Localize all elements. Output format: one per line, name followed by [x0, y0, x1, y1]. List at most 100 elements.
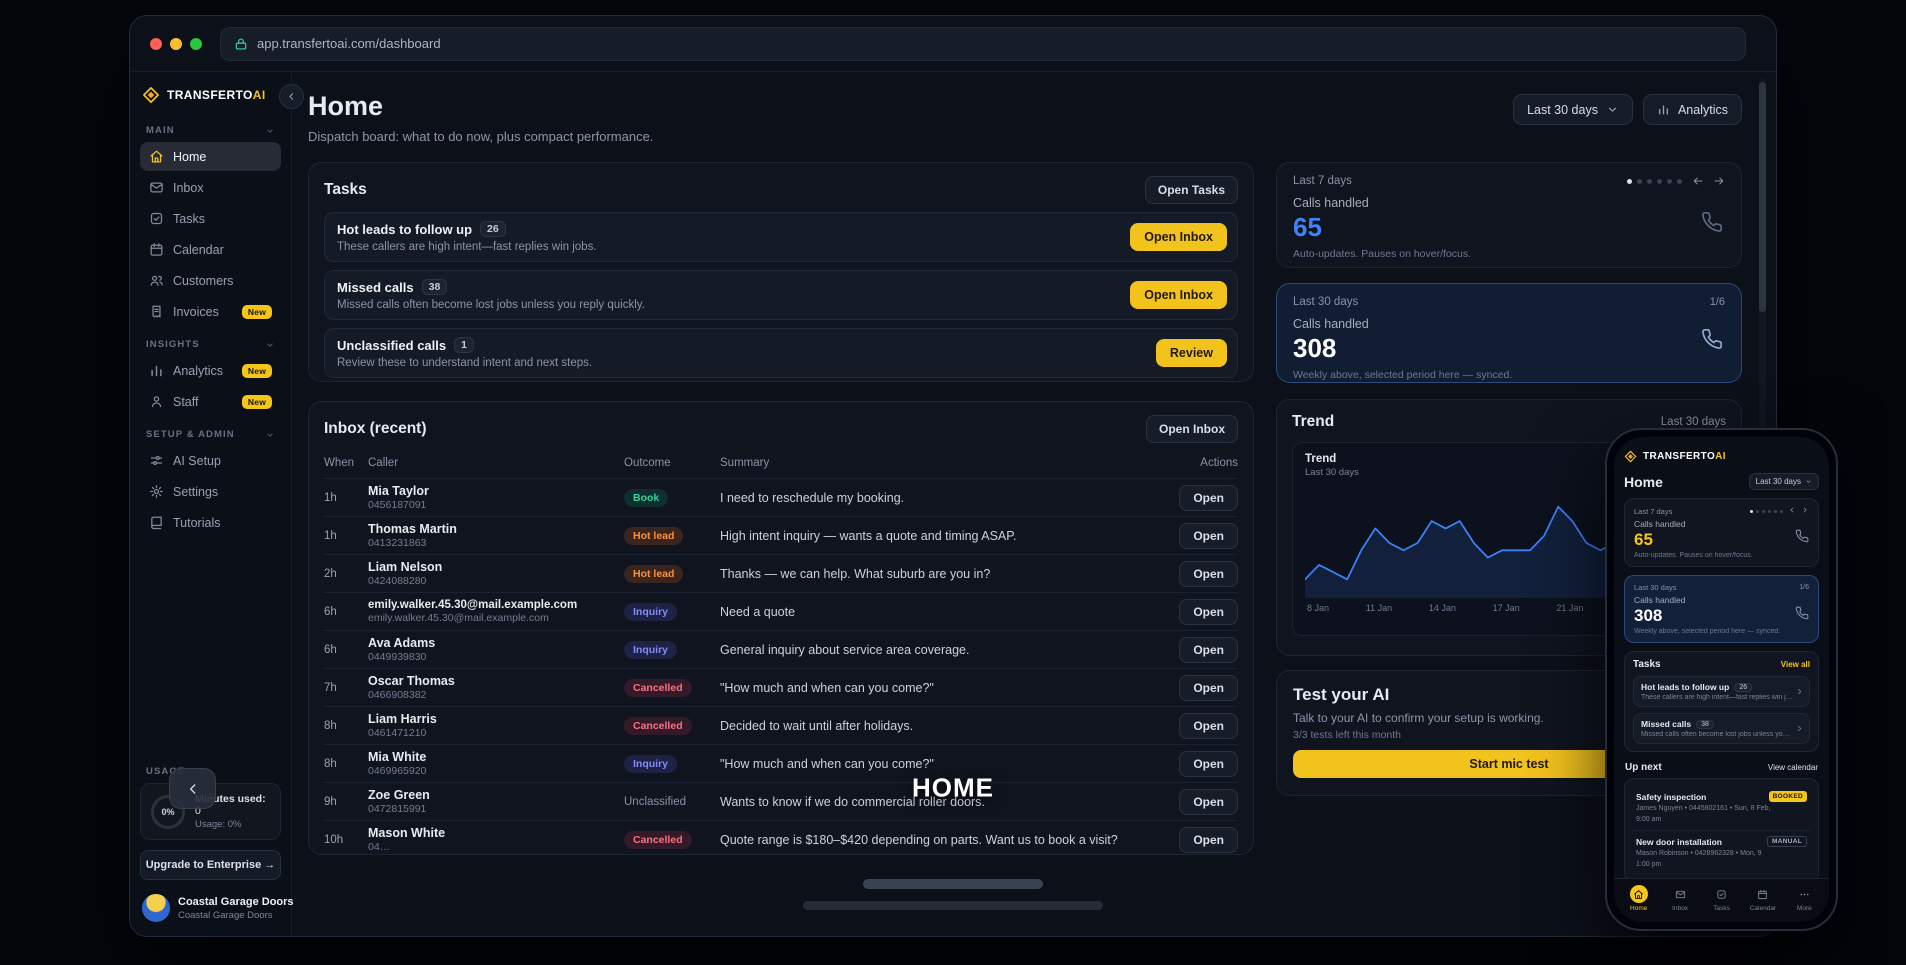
nav-item-calendar[interactable]: Calendar [1742, 885, 1783, 912]
carousel-dot[interactable] [1657, 179, 1662, 184]
task-description: Missed calls often become lost jobs unle… [1641, 731, 1793, 738]
open-tasks-button[interactable]: Open Tasks [1145, 176, 1238, 204]
row-when: 7h [324, 682, 368, 694]
sidebar-item-customers[interactable]: Customers [140, 266, 281, 295]
open-inbox-button[interactable]: Open Inbox [1130, 223, 1227, 251]
carousel-dots[interactable] [1627, 179, 1682, 184]
outcome-pill: Cancelled [624, 717, 692, 735]
booked-badge: BOOKED [1769, 791, 1807, 802]
carousel-prev-button[interactable] [1692, 175, 1704, 187]
minimize-window-button[interactable] [170, 38, 182, 50]
review-button[interactable]: Review [1156, 339, 1227, 367]
phone-kpi-30-days[interactable]: Last 30 days 1/6 Calls handled 308 Weekl… [1624, 575, 1819, 643]
open-inbox-button[interactable]: Open Inbox [1146, 415, 1238, 443]
table-row: 7h Oscar Thomas0466908382 Cancelled "How… [324, 668, 1238, 706]
nav-item-home[interactable]: Home [1618, 885, 1659, 912]
upgrade-button[interactable]: Upgrade to Enterprise → [140, 850, 281, 880]
sidebar-item-staff[interactable]: StaffNew [140, 387, 281, 416]
carousel-dot[interactable] [1647, 179, 1652, 184]
sidebar-item-tutorials[interactable]: Tutorials [140, 508, 281, 537]
sidebar-item-inbox[interactable]: Inbox [140, 173, 281, 202]
row-when: 1h [324, 492, 368, 504]
open-row-button[interactable]: Open [1179, 713, 1238, 739]
calendar-event[interactable]: Safety inspection BOOKED James Nguyen • … [1633, 786, 1810, 830]
open-inbox-button[interactable]: Open Inbox [1130, 281, 1227, 309]
phone-task-missed-calls[interactable]: Missed calls38 Missed calls often become… [1633, 713, 1810, 744]
row-when: 8h [324, 720, 368, 732]
phone-mockup: TRANSFERTOAI Home Last 30 days Last 7 da… [1605, 428, 1838, 931]
open-row-button[interactable]: Open [1179, 599, 1238, 625]
collapse-sidebar-button[interactable] [279, 84, 304, 109]
open-row-button[interactable]: Open [1179, 523, 1238, 549]
carousel-dot[interactable] [1627, 179, 1632, 184]
nav-label: Home [1630, 905, 1647, 912]
open-row-button[interactable]: Open [1179, 789, 1238, 815]
inbox-recent-card: Inbox (recent) Open Inbox When Caller Ou… [308, 401, 1254, 855]
sidebar-item-settings[interactable]: Settings [140, 477, 281, 506]
analytics-button[interactable]: Analytics [1643, 94, 1742, 125]
kpi-value: 65 [1293, 212, 1725, 243]
carousel-next-button[interactable] [1801, 506, 1809, 516]
chevron-down-icon [265, 126, 275, 136]
event-time: 9:00 am [1636, 816, 1661, 823]
maximize-window-button[interactable] [190, 38, 202, 50]
sidebar-section-main[interactable]: MAIN [140, 114, 281, 142]
phone-period-select[interactable]: Last 30 days [1749, 473, 1819, 490]
carousel-dot[interactable] [1677, 179, 1682, 184]
event-time: 1:00 pm [1636, 861, 1661, 868]
scrollbar-thumb[interactable] [1759, 82, 1766, 312]
nav-item-tasks[interactable]: Tasks [1701, 885, 1742, 912]
open-row-button[interactable]: Open [1179, 675, 1238, 701]
open-row-button[interactable]: Open [1179, 637, 1238, 663]
sidebar-item-calendar[interactable]: Calendar [140, 235, 281, 264]
open-row-button[interactable]: Open [1179, 485, 1238, 511]
phone-kpi-7-days[interactable]: Last 7 days Calls handled 65 Auto-update… [1624, 498, 1819, 567]
outcome-text: Unclassified [624, 796, 720, 808]
carousel-dot[interactable] [1637, 179, 1642, 184]
sidebar-item-analytics[interactable]: AnalyticsNew [140, 356, 281, 385]
slide-back-button[interactable] [169, 768, 216, 809]
account-profile[interactable]: Coastal Garage Doors Coastal Garage Door… [140, 892, 281, 924]
phone-task-hot-leads[interactable]: Hot leads to follow up26 These callers a… [1633, 676, 1810, 707]
outcome-pill: Hot lead [624, 527, 683, 545]
carousel-next-button[interactable] [1713, 175, 1725, 187]
task-title: Hot leads to follow up [337, 222, 472, 237]
address-bar[interactable]: app.transfertoai.com/dashboard [220, 27, 1746, 61]
usage-percent-text: Usage: 0% [195, 819, 266, 830]
carousel-dots[interactable] [1750, 510, 1783, 513]
kpi-note: Weekly above, selected period here — syn… [1634, 628, 1809, 635]
kpi-card-7-days[interactable]: Last 7 days Calls ha [1276, 162, 1742, 268]
inbox-table-header: When Caller Outcome Summary Actions [324, 443, 1238, 478]
row-summary: Thanks — we can help. What suburb are yo… [720, 567, 1178, 581]
sidebar-item-tasks[interactable]: Tasks [140, 204, 281, 233]
open-row-button[interactable]: Open [1179, 561, 1238, 587]
task-count-badge: 1 [454, 337, 474, 353]
view-all-link[interactable]: View all [1781, 660, 1810, 669]
sidebar-item-home[interactable]: Home [140, 142, 281, 171]
sidebar-section-setup-admin[interactable]: SETUP & ADMIN [140, 418, 281, 446]
calendar-icon [149, 242, 164, 257]
task-description: Review these to understand intent and ne… [337, 357, 592, 369]
sidebar-item-ai-setup[interactable]: AI Setup [140, 446, 281, 475]
open-row-button[interactable]: Open [1179, 751, 1238, 777]
close-window-button[interactable] [150, 38, 162, 50]
section-label: SETUP & ADMIN [146, 429, 235, 440]
kpi-value: 308 [1293, 333, 1725, 364]
calendar-event[interactable]: New door installation MANUAL Mason Robin… [1633, 830, 1810, 875]
sidebar-item-invoices[interactable]: InvoicesNew [140, 297, 281, 326]
open-row-button[interactable]: Open [1179, 827, 1238, 853]
carousel-prev-button[interactable] [1788, 506, 1796, 516]
kpi-note: Auto-updates. Pauses on hover/focus. [1293, 248, 1725, 260]
nav-item-inbox[interactable]: Inbox [1659, 885, 1700, 912]
nav-item-more[interactable]: More [1784, 885, 1825, 912]
kpi-card-30-days[interactable]: Last 30 days 1/6 Calls handled 308 Weekl… [1276, 283, 1742, 383]
kpi-period: Last 30 days [1293, 296, 1358, 308]
kpi-label: Calls handled [1634, 519, 1809, 529]
sidebar-section-insights[interactable]: INSIGHTS [140, 328, 281, 356]
sidebar-item-label: Tasks [173, 212, 205, 226]
period-select[interactable]: Last 30 days [1513, 94, 1633, 125]
view-calendar-link[interactable]: View calendar [1768, 763, 1818, 772]
phone-brand: TRANSFERTOAI [1624, 447, 1819, 470]
phone-bottom-nav: Home Inbox Tasks Calendar More [1614, 878, 1829, 922]
carousel-dot[interactable] [1667, 179, 1672, 184]
